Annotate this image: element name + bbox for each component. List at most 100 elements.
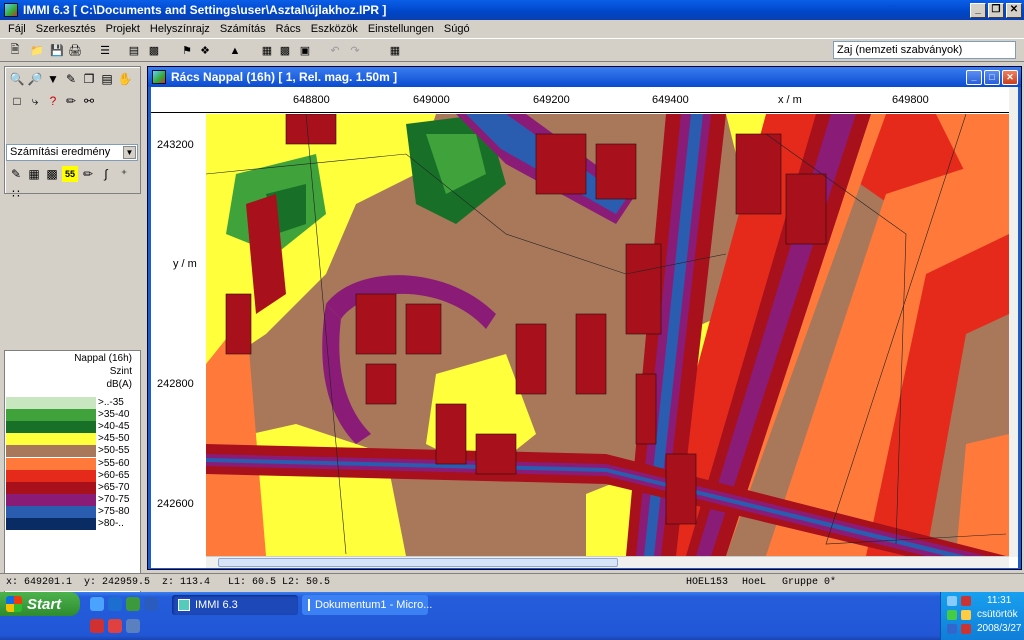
open-folder-icon[interactable]: 📁 bbox=[30, 44, 44, 57]
source-icon[interactable]: ❖ bbox=[198, 44, 212, 57]
result-select-value: Számítási eredmény bbox=[10, 146, 111, 158]
horizontal-scroll-thumb[interactable] bbox=[218, 558, 618, 567]
export-icon[interactable]: ▩ bbox=[147, 44, 161, 57]
measure-icon[interactable]: ⤷ bbox=[27, 93, 43, 109]
x-tick: 649400 bbox=[652, 94, 689, 106]
grid-view-icon[interactable]: ▣ bbox=[298, 44, 312, 57]
palette-icon[interactable]: ▦ bbox=[26, 166, 42, 182]
grid-maximize-button[interactable]: □ bbox=[984, 69, 1000, 85]
grid-close-button[interactable]: ✕ bbox=[1002, 69, 1018, 85]
grid-window: Rács Nappal (16h) [ 1, Rel. mag. 1.50m ]… bbox=[147, 66, 1022, 570]
legend-label: >80-.. bbox=[98, 518, 124, 529]
legend-label: >50-55 bbox=[98, 445, 130, 457]
grid-points-icon[interactable]: ∷ bbox=[8, 186, 24, 202]
chevron-down-icon[interactable]: ▼ bbox=[123, 146, 136, 159]
select-area-icon[interactable]: □ bbox=[9, 93, 25, 109]
new-file-icon[interactable]: 🗎 bbox=[8, 44, 22, 57]
status-group: Gruppe 0* bbox=[782, 577, 837, 588]
filter-icon[interactable]: ▼ bbox=[45, 71, 61, 87]
import-icon[interactable]: ▤ bbox=[127, 44, 141, 57]
restore-button[interactable]: ❐ bbox=[988, 2, 1004, 18]
save-icon[interactable]: 💾 bbox=[50, 44, 64, 57]
acrobat-icon[interactable] bbox=[108, 619, 122, 633]
clock-time[interactable]: 11:31 bbox=[987, 595, 1011, 606]
redo-icon[interactable]: ↷ bbox=[348, 44, 362, 57]
copy-icon[interactable]: ❐ bbox=[81, 71, 97, 87]
menu-project[interactable]: Projekt bbox=[102, 23, 146, 35]
legend-entry: >45-50 bbox=[6, 433, 140, 446]
legend-entry: >35-40 bbox=[6, 409, 140, 422]
noise-map[interactable] bbox=[206, 114, 1009, 556]
desktop-icon[interactable] bbox=[126, 619, 140, 633]
title-bar: IMMI 6.3 [ C:\Documents and Settings\use… bbox=[0, 0, 1024, 20]
x-tick: 649200 bbox=[533, 94, 570, 106]
task-word-label: Dokumentum1 - Micro... bbox=[315, 599, 433, 611]
receiver-icon[interactable]: ⚑ bbox=[180, 44, 194, 57]
legend-label: >75-80 bbox=[98, 505, 130, 517]
immi-app-icon bbox=[4, 3, 18, 17]
word-icon[interactable] bbox=[144, 597, 158, 611]
level-55-icon[interactable]: 55 bbox=[62, 166, 78, 182]
calculate-icon[interactable]: ▲ bbox=[228, 44, 242, 57]
zoom-in-icon[interactable]: 🔍 bbox=[9, 71, 25, 87]
update-icon[interactable] bbox=[961, 610, 971, 620]
minimize-button[interactable]: _ bbox=[970, 2, 986, 18]
vertical-scrollbar[interactable] bbox=[1009, 87, 1018, 557]
move-icon[interactable]: ✋ bbox=[117, 71, 133, 87]
legend-swatch bbox=[6, 493, 96, 506]
result-select[interactable]: Számítási eredmény ▼ bbox=[6, 144, 138, 161]
grid-icon[interactable]: ▦ bbox=[260, 44, 274, 57]
color-grid-icon[interactable]: ▩ bbox=[44, 166, 60, 182]
noise-map-canvas[interactable] bbox=[206, 114, 1009, 556]
calculator-icon[interactable]: ▦ bbox=[388, 44, 402, 57]
pencil-icon[interactable]: ✏ bbox=[63, 93, 79, 109]
menu-grid[interactable]: Rács bbox=[272, 23, 307, 35]
zoom-out-icon[interactable]: 🔎 bbox=[27, 71, 43, 87]
print-icon[interactable]: 🖨 bbox=[68, 44, 82, 57]
menu-tools[interactable]: Eszközök bbox=[307, 23, 364, 35]
menu-calculation[interactable]: Számítás bbox=[216, 23, 272, 35]
network-icon[interactable] bbox=[947, 596, 957, 606]
menu-site-plan[interactable]: Helyszínrajz bbox=[146, 23, 216, 35]
contour-icon[interactable]: ∫ bbox=[98, 166, 114, 182]
security-icon[interactable] bbox=[961, 596, 971, 606]
menu-edit[interactable]: Szerkesztés bbox=[32, 23, 102, 35]
media-icon[interactable] bbox=[90, 619, 104, 633]
legend-entry: >40-45 bbox=[6, 421, 140, 434]
task-word[interactable]: Dokumentum1 - Micro... bbox=[302, 595, 432, 615]
horizontal-scrollbar[interactable] bbox=[206, 556, 1009, 568]
volume-icon[interactable] bbox=[947, 610, 957, 620]
add-contour-icon[interactable]: ⁺ bbox=[116, 166, 132, 182]
edit-icon[interactable]: ✎ bbox=[63, 71, 79, 87]
excel-icon[interactable] bbox=[126, 597, 140, 611]
menu-file[interactable]: Fájl bbox=[4, 23, 32, 35]
glasses-icon[interactable]: ⚯ bbox=[81, 93, 97, 109]
grid-window-title-bar: Rács Nappal (16h) [ 1, Rel. mag. 1.50m ]… bbox=[148, 67, 1021, 87]
grid-minimize-button[interactable]: _ bbox=[966, 69, 982, 85]
legend-swatch bbox=[6, 518, 96, 530]
close-button[interactable]: ✕ bbox=[1006, 2, 1022, 18]
legend-entry: >75-80 bbox=[6, 505, 140, 518]
y-tick: 243200 bbox=[157, 139, 194, 151]
draw-result-icon[interactable]: ✎ bbox=[8, 166, 24, 182]
menu-settings[interactable]: Einstellungen bbox=[364, 23, 440, 35]
layers-icon[interactable]: ☰ bbox=[98, 44, 112, 57]
grid-calc-icon[interactable]: ▩ bbox=[278, 44, 292, 57]
lang-icon[interactable] bbox=[947, 624, 957, 634]
help-icon[interactable]: ? bbox=[45, 93, 61, 109]
annotate-icon[interactable]: ✏ bbox=[80, 166, 96, 182]
x-tick: 648800 bbox=[293, 94, 330, 106]
grid-window-title: Rács Nappal (16h) [ 1, Rel. mag. 1.50m ] bbox=[171, 70, 398, 84]
properties-icon[interactable]: ▤ bbox=[99, 71, 115, 87]
status-bar: x: 649201.1 y: 242959.5 z: 113.4 L1: 60.… bbox=[0, 573, 1024, 591]
start-button[interactable]: Start bbox=[0, 592, 80, 616]
undo-icon[interactable]: ↶ bbox=[328, 44, 342, 57]
menu-help[interactable]: Súgó bbox=[440, 23, 476, 35]
antivirus-icon[interactable] bbox=[961, 624, 971, 634]
ie-icon[interactable] bbox=[108, 597, 122, 611]
legend-entry: >50-55 bbox=[6, 445, 140, 458]
quick-launch-icon[interactable] bbox=[90, 597, 104, 611]
standard-select[interactable]: Zaj (nemzeti szabványok) bbox=[833, 41, 1016, 59]
task-immi[interactable]: IMMI 6.3 bbox=[172, 595, 298, 615]
x-axis-label: x / m bbox=[778, 94, 802, 106]
